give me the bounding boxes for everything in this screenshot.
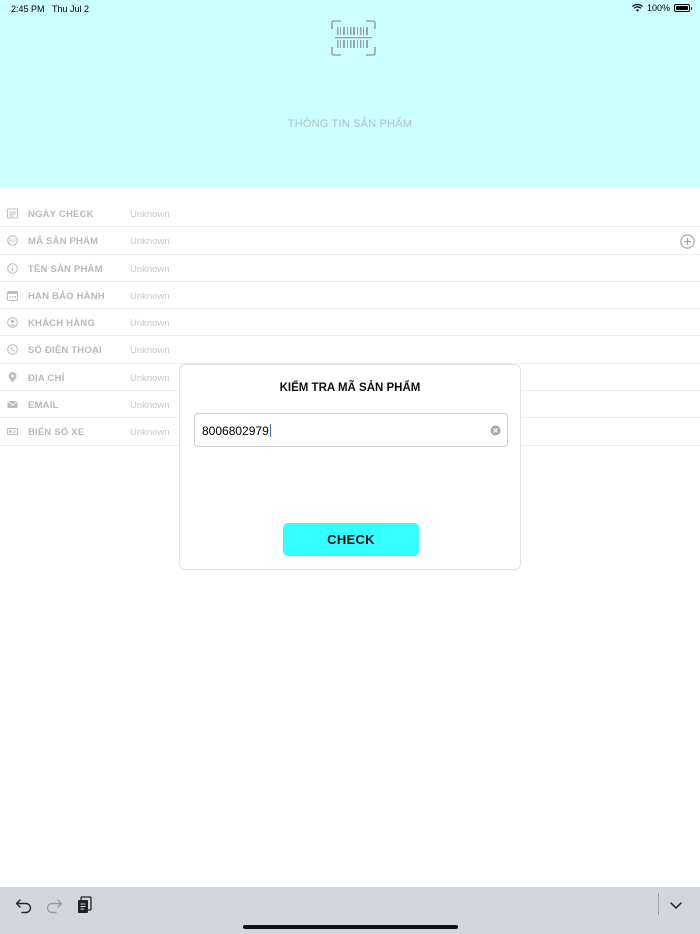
calendar-icon — [7, 290, 18, 301]
info-row-khach-hang: KHÁCH HÀNG Unknown — [0, 309, 700, 337]
info-value: Unknown — [130, 263, 170, 275]
product-code-input[interactable]: 8006802979 — [194, 413, 508, 447]
location-pin-icon — [8, 371, 17, 383]
undo-icon[interactable] — [14, 895, 34, 915]
status-bar: 2:45 PM Thu Jul 2 100% — [0, 0, 700, 18]
info-icon — [7, 262, 18, 274]
add-circle-icon[interactable] — [680, 234, 695, 249]
phone-icon — [7, 344, 18, 356]
user-icon — [7, 317, 18, 328]
battery-level — [676, 6, 688, 10]
status-time: 2:45 PM — [11, 4, 45, 14]
dialog-title: KIỂM TRA MÃ SẢN PHẨM — [279, 382, 421, 394]
info-value: Unknown — [130, 372, 170, 384]
info-value: Unknown — [130, 318, 170, 330]
page-title: THÔNG TIN SẢN PHẨM — [287, 118, 413, 130]
wifi-icon — [632, 4, 643, 12]
license-plate-icon — [7, 428, 18, 436]
info-label: KHÁCH HÀNG — [28, 318, 95, 330]
info-label: BIỂN SỐ XE — [28, 427, 85, 439]
info-row-ten-san-pham: TÊN SẢN PHẨM Unknown — [0, 255, 700, 282]
info-label: TÊN SẢN PHẨM — [28, 263, 103, 275]
text-caret — [269, 424, 272, 437]
info-row-han-bao-hanh: HẠN BẢO HÀNH Unknown — [0, 282, 700, 310]
info-label: MÃ SẢN PHẨM — [28, 236, 99, 248]
info-label: EMAIL — [28, 400, 59, 412]
svg-text:PR: PR — [9, 239, 16, 245]
info-value: Unknown — [130, 290, 170, 302]
info-row-ma-san-pham: PR MÃ SẢN PHẨM Unknown — [0, 227, 700, 255]
product-code-value[interactable]: 8006802979 — [202, 424, 272, 438]
paste-icon[interactable] — [75, 895, 95, 915]
info-label: NGÀY CHECK — [28, 209, 94, 220]
toolbar-divider — [658, 893, 659, 915]
check-button[interactable]: CHECK — [283, 523, 419, 556]
status-date: Thu Jul 2 — [52, 4, 90, 14]
product-info-header: THÔNG TIN SẢN PHẨM — [0, 0, 700, 187]
barcode-scan-icon[interactable] — [331, 20, 376, 56]
calendar-list-icon — [7, 208, 18, 219]
clear-text-icon[interactable] — [490, 425, 501, 436]
home-indicator[interactable] — [243, 925, 458, 929]
info-value: Unknown — [130, 427, 170, 439]
product-code-text: 8006802979 — [202, 424, 269, 438]
info-label: SỐ ĐIỆN THOẠI — [28, 345, 102, 357]
redo-icon[interactable] — [44, 895, 64, 915]
chevron-down-icon[interactable] — [666, 895, 686, 915]
info-row-ngay-check: NGÀY CHECK Unknown — [0, 200, 700, 228]
battery-percent: 100% — [646, 3, 670, 13]
info-row-so-dien-thoai: SỐ ĐIỆN THOẠI Unknown — [0, 336, 700, 364]
info-value: Unknown — [130, 236, 170, 248]
info-label: ĐỊA CHỈ — [28, 372, 65, 384]
battery-icon — [674, 4, 692, 12]
mail-icon — [7, 401, 18, 409]
info-label: HẠN BẢO HÀNH — [28, 290, 105, 302]
status-indicators: 100% — [632, 3, 692, 13]
info-value: Unknown — [130, 345, 170, 357]
product-code-icon: PR — [7, 235, 18, 247]
check-product-dialog: KIỂM TRA MÃ SẢN PHẨM 8006802979 CHECK — [179, 364, 521, 570]
info-value: Unknown — [130, 400, 170, 412]
info-value: Unknown — [130, 209, 170, 220]
